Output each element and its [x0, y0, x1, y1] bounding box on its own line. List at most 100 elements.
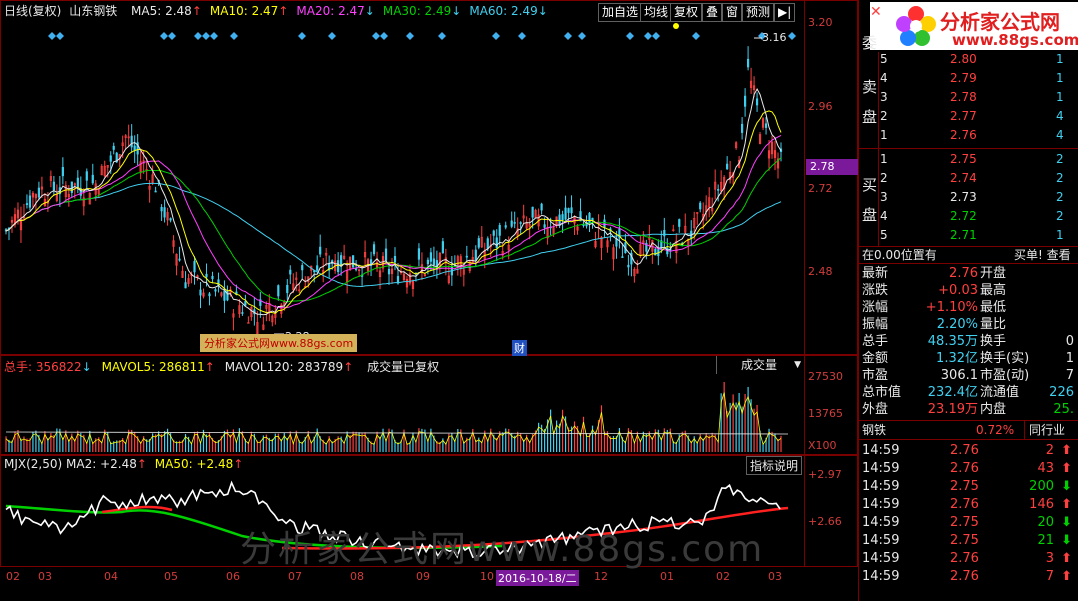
tab-same-industry[interactable]: 同行业 [1024, 421, 1065, 439]
signal-diamond-icon [518, 32, 526, 40]
toolbar-button[interactable]: 复权 [670, 3, 703, 22]
tick-row: 14:59 2.75 200 ⬇ [860, 478, 1078, 496]
volume-chart[interactable] [2, 376, 802, 454]
sell-level-row[interactable]: 5 2.80 1 [860, 50, 1078, 68]
time-axis-label: 03 [768, 570, 782, 583]
candle-body [615, 238, 618, 247]
buy-level-row[interactable]: 1 2.75 2 [860, 150, 1078, 168]
candle-body [25, 203, 29, 205]
tick-price: 2.76 [950, 551, 979, 566]
candle-body [603, 219, 606, 228]
quote-label: 内盘 [980, 402, 1007, 417]
trend-arrow-icon: ↓ [364, 4, 375, 18]
quote-label: 换手(实) [980, 351, 1030, 366]
buy-level-row[interactable]: 3 2.73 2 [860, 188, 1078, 206]
time-axis-label: 07 [288, 570, 302, 583]
trend-arrow-icon: ↑ [191, 4, 202, 18]
signal-diamond-icon [788, 32, 796, 40]
tick-row: 14:59 2.75 21 ⬇ [860, 532, 1078, 550]
time-axis-label: 03 [38, 570, 52, 583]
period-label[interactable]: 日线(复权) [4, 4, 61, 18]
candle-body [91, 174, 94, 184]
tick-volume: 3 [1045, 551, 1054, 566]
finance-event-icon[interactable]: 财 [512, 340, 527, 356]
quote-label: 总市值 [862, 385, 902, 400]
volume-dropdown[interactable]: 成交量 ▼ [716, 356, 805, 374]
quote-label: 外盘 [862, 402, 889, 417]
candle-body [247, 322, 250, 324]
price-axis-label: 2.96 [808, 100, 833, 113]
sector-pct: 0.72% [976, 423, 1015, 437]
ma-legend-item: MA60: 2.49 [469, 4, 538, 18]
ob-divider [858, 148, 1078, 149]
candle-body [543, 224, 546, 228]
candle-body [199, 289, 202, 296]
indicator-legend: MJX(2,50) MA2: +2.48↑ MA50: +2.48↑ [4, 457, 243, 471]
logo-url: www.88gs.com [952, 31, 1078, 49]
volume-axis-label: 27530 [808, 370, 843, 383]
quote-value: 1.32亿 [936, 351, 978, 366]
candle-body [193, 261, 196, 273]
buy-order-link[interactable]: 买单! 查看 [1014, 247, 1071, 263]
high-price-mark: 3.16 [762, 31, 787, 44]
sell-level-row[interactable]: 4 2.79 1 [860, 69, 1078, 87]
candle-body [540, 203, 543, 211]
tick-time: 14:59 [862, 443, 900, 458]
quote-label: 涨幅 [862, 300, 889, 315]
tick-row: 14:59 2.75 20 ⬇ [860, 514, 1078, 532]
candle-body [37, 187, 41, 198]
sector-name[interactable]: 钢铁 [862, 423, 886, 437]
price-chart[interactable] [2, 22, 802, 354]
quote-row: 市盈 306.1 市盈(动) 7 [860, 367, 1078, 384]
price-axis-label: 2.48 [808, 265, 833, 278]
candle-body [588, 212, 591, 224]
signal-diamond-icon [380, 32, 388, 40]
indicator-ma50: MA50: +2.48 [154, 457, 234, 471]
total-volume: 总手: 356822 [4, 360, 82, 374]
signal-diamond-icon [298, 32, 306, 40]
quote-label: 总手 [862, 334, 889, 349]
level-price: 2.73 [950, 190, 977, 204]
time-axis-label: 02 [6, 570, 20, 583]
candle-body [301, 265, 304, 271]
signal-diamond-icon [644, 32, 652, 40]
candle-body [432, 258, 436, 266]
candle-body [746, 58, 750, 68]
sell-level-row[interactable]: 2 2.77 4 [860, 107, 1078, 125]
quote-label: 流通值 [980, 385, 1020, 400]
tick-row: 14:59 2.76 43 ⬆ [860, 460, 1078, 478]
sell-level-row[interactable]: 3 2.78 1 [860, 88, 1078, 106]
candle-body [184, 282, 187, 289]
signal-diamond-icon [692, 32, 700, 40]
up-arrow-icon: ↑ [343, 360, 354, 374]
tick-time: 14:59 [862, 533, 900, 548]
quote-row: 振幅 2.20% 量比 [860, 316, 1078, 333]
buy-level-row[interactable]: 5 2.71 1 [860, 226, 1078, 244]
stock-name: 山东钢铁 [69, 4, 118, 18]
candle-body [169, 218, 172, 221]
toolbar-button[interactable]: 加自选 [598, 3, 643, 22]
down-arrow-icon: ↓ [81, 360, 92, 374]
toolbar-button[interactable]: 均线 [640, 3, 673, 22]
sell-level-row[interactable]: 1 2.76 4 [860, 126, 1078, 144]
candle-body [755, 98, 759, 106]
time-axis-label: 10 [480, 570, 494, 583]
toolbar-button[interactable]: 叠 [702, 3, 723, 22]
tick-price: 2.76 [950, 443, 979, 458]
candle-body [241, 312, 244, 314]
sector-bar: 钢铁 0.72% 同行业 [858, 420, 1078, 440]
toolbar-button[interactable]: 窗 [722, 3, 743, 22]
candle-body [699, 202, 702, 210]
buy-level-row[interactable]: 2 2.74 2 [860, 169, 1078, 187]
indicator-axis-label: +2.66 [808, 515, 842, 528]
tick-volume: 43 [1037, 461, 1054, 476]
collapse-panel-icon[interactable]: ▶| [774, 3, 796, 22]
candle-body [741, 123, 744, 133]
quote-value: 2.20% [936, 317, 978, 332]
candle-body [477, 238, 480, 248]
candle-body [214, 289, 217, 292]
candle-body [726, 163, 729, 170]
buy-level-row[interactable]: 4 2.72 2 [860, 207, 1078, 225]
toolbar-button[interactable]: 预测 [742, 3, 775, 22]
close-icon[interactable]: ✕ [870, 4, 882, 20]
